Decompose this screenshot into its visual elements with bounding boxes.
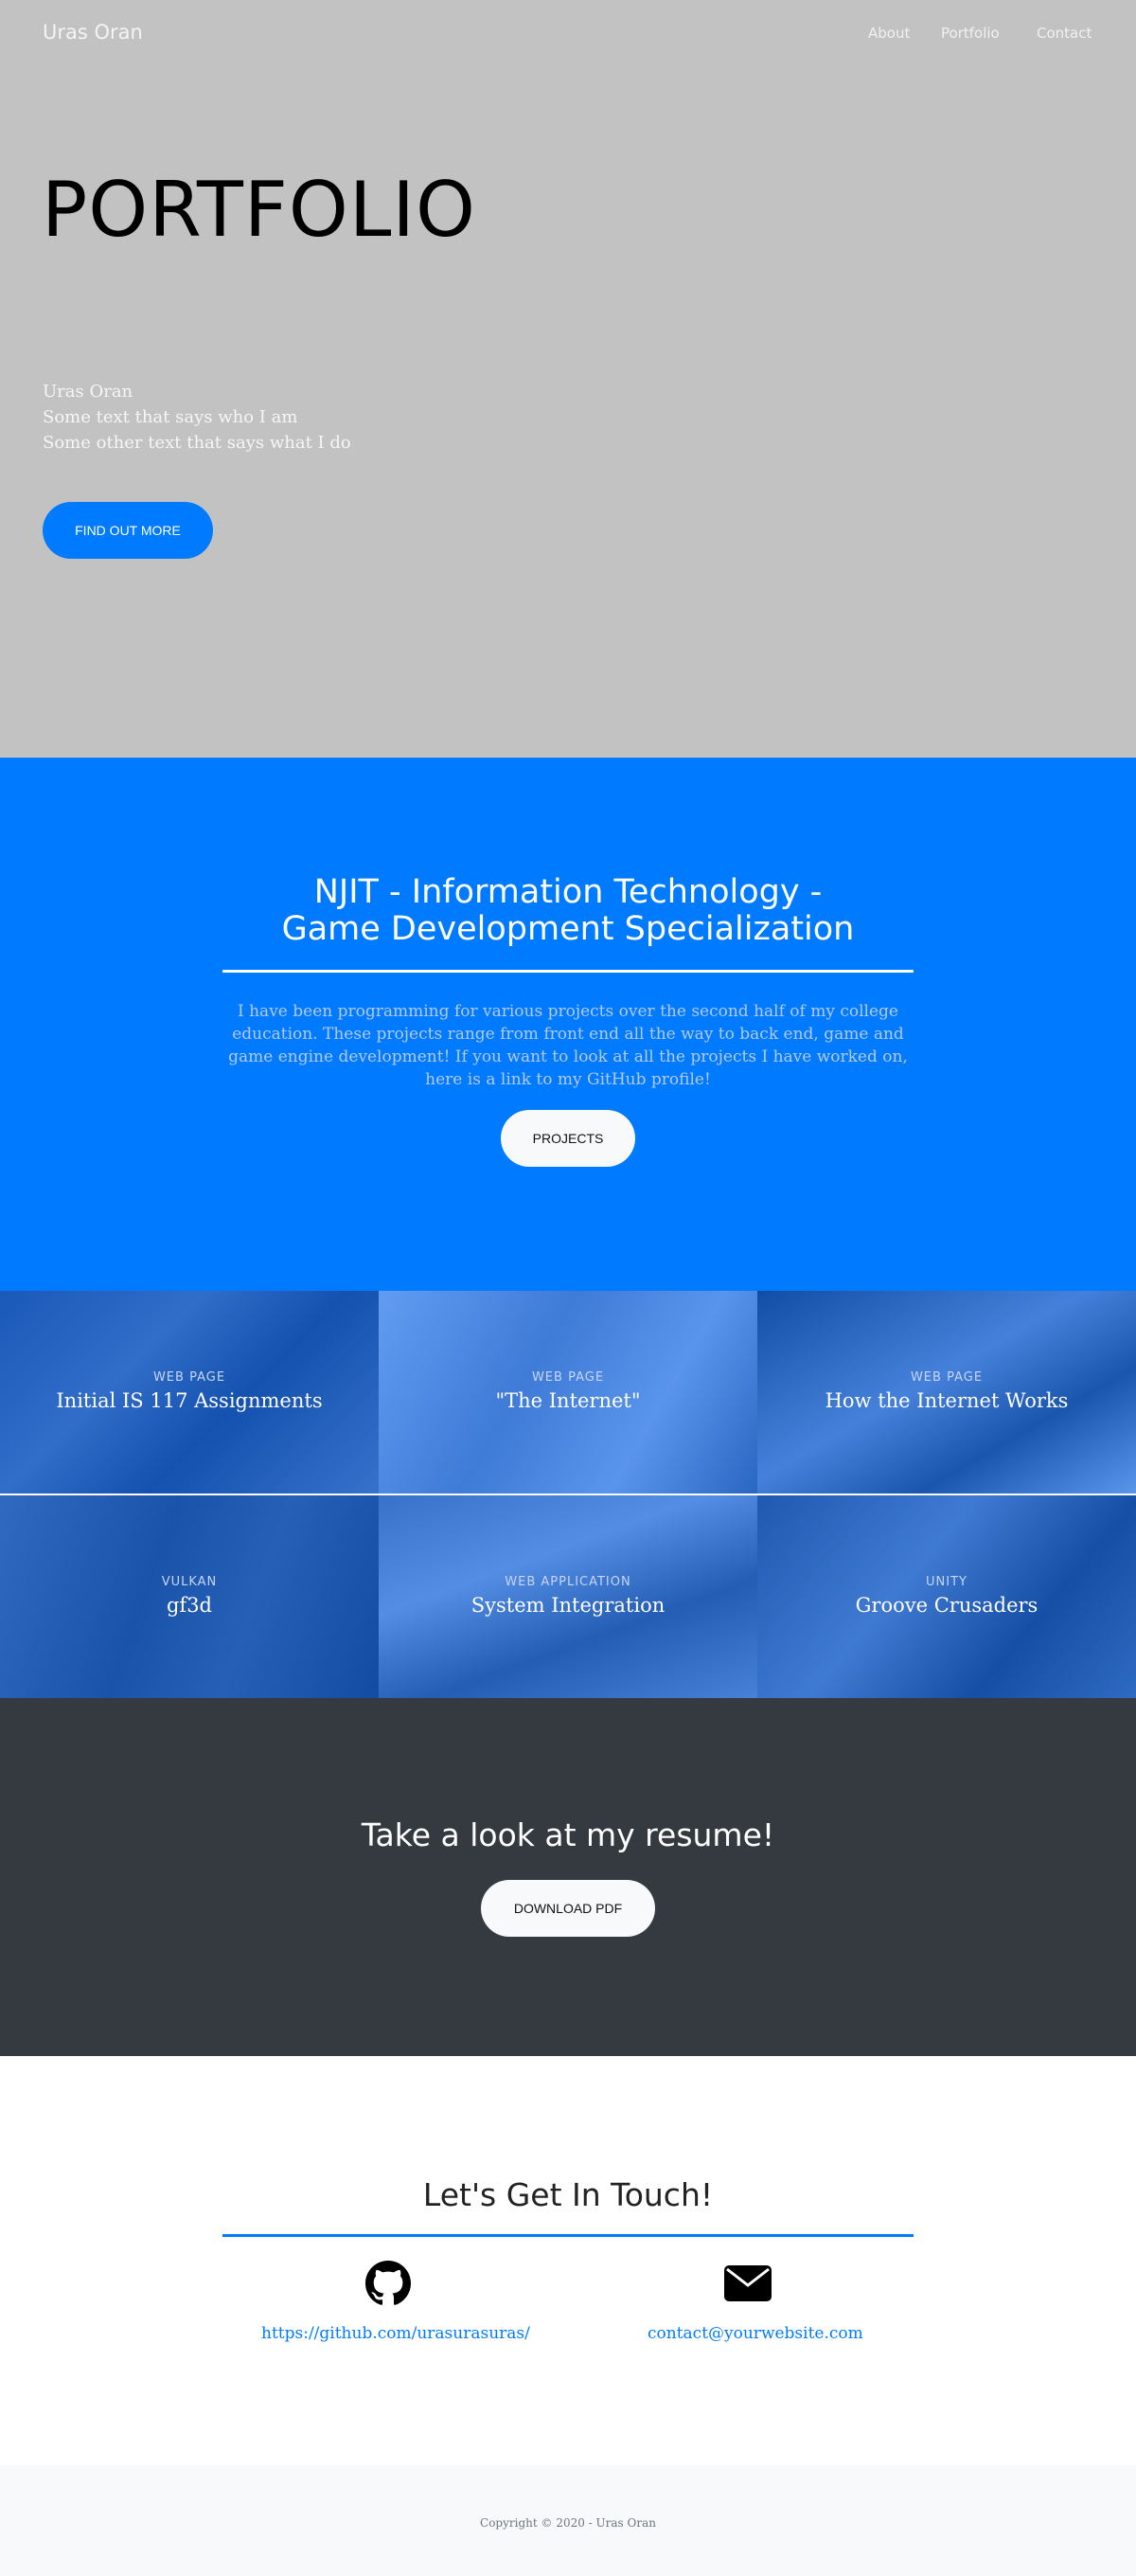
portfolio-category: WEB PAGE <box>910 1370 984 1385</box>
nav-link-contact[interactable]: Contact <box>1037 25 1092 42</box>
portfolio-category: UNITY <box>926 1575 967 1589</box>
about-text: I have been programming for various proj… <box>228 1002 908 1089</box>
nav-link-portfolio[interactable]: Portfolio <box>941 25 1000 42</box>
portfolio-category: VULKAN <box>161 1575 218 1589</box>
hero-section: PORTFOLIO Uras Oran Some text that says … <box>0 0 1136 758</box>
projects-button[interactable]: PROJECTS <box>501 1110 635 1167</box>
hero-line-what: Some other text that says what I do <box>43 433 351 453</box>
resume-title: Take a look at my resume! <box>361 1816 775 1853</box>
about-divider <box>222 970 914 973</box>
hero-text: Uras Oran Some text that says who I am S… <box>43 379 351 456</box>
nav-link-about[interactable]: About <box>868 25 910 42</box>
envelope-icon <box>724 2265 772 2301</box>
portfolio-item-system-integration[interactable]: WEB APPLICATION System Integration <box>379 1495 757 1698</box>
resume-section: Take a look at my resume! DOWNLOAD PDF <box>0 1698 1136 2056</box>
about-section: NJIT - Information Technology - Game Dev… <box>0 758 1136 1291</box>
about-title-line-2: Game Development Specialization <box>281 910 855 948</box>
portfolio-name: gf3d <box>166 1594 213 1617</box>
top-navbar: Uras Oran About Portfolio Contact <box>0 0 1136 68</box>
about-title-line-1: NJIT - Information Technology - <box>313 873 823 911</box>
portfolio-category: WEB PAGE <box>531 1370 605 1385</box>
portfolio-item-how-internet-works[interactable]: WEB PAGE How the Internet Works <box>757 1291 1136 1494</box>
contact-title: Let's Get In Touch! <box>422 2176 714 2213</box>
portfolio-name: How the Internet Works <box>825 1389 1069 1412</box>
hero-title: PORTFOLIO <box>42 166 476 254</box>
github-link[interactable]: https://github.com/urasurasuras/ <box>261 2324 530 2343</box>
portfolio-grid: WEB PAGE Initial IS 117 Assignments WEB … <box>0 1291 1136 1698</box>
portfolio-item-is117[interactable]: WEB PAGE Initial IS 117 Assignments <box>0 1291 379 1494</box>
footer: Copyright © 2020 - Uras Oran <box>0 2465 1136 2576</box>
portfolio-category: WEB PAGE <box>152 1370 226 1385</box>
find-out-more-button[interactable]: FIND OUT MORE <box>43 502 213 559</box>
portfolio-item-gf3d[interactable]: VULKAN gf3d <box>0 1495 379 1698</box>
copyright-text: Copyright © 2020 - Uras Oran <box>480 2516 656 2530</box>
portfolio-name: Groove Crusaders <box>855 1594 1038 1617</box>
portfolio-name: Initial IS 117 Assignments <box>56 1389 323 1412</box>
portfolio-item-the-internet[interactable]: WEB PAGE "The Internet" <box>379 1291 757 1494</box>
portfolio-name: "The Internet" <box>495 1389 641 1412</box>
contact-divider <box>222 2234 914 2237</box>
contact-section: Let's Get In Touch! https://github.com/u… <box>0 2056 1136 2465</box>
about-title: NJIT - Information Technology - Game Dev… <box>0 874 1136 948</box>
email-link[interactable]: contact@yourwebsite.com <box>648 2324 863 2343</box>
hero-line-who: Some text that says who I am <box>43 407 298 427</box>
hero-line-name: Uras Oran <box>43 382 133 402</box>
github-icon <box>365 2261 411 2305</box>
download-pdf-button[interactable]: DOWNLOAD PDF <box>481 1880 655 1937</box>
brand-link[interactable]: Uras Oran <box>43 21 143 44</box>
portfolio-category: WEB APPLICATION <box>505 1575 631 1589</box>
portfolio-name: System Integration <box>470 1594 666 1617</box>
portfolio-item-groove-crusaders[interactable]: UNITY Groove Crusaders <box>757 1495 1136 1698</box>
